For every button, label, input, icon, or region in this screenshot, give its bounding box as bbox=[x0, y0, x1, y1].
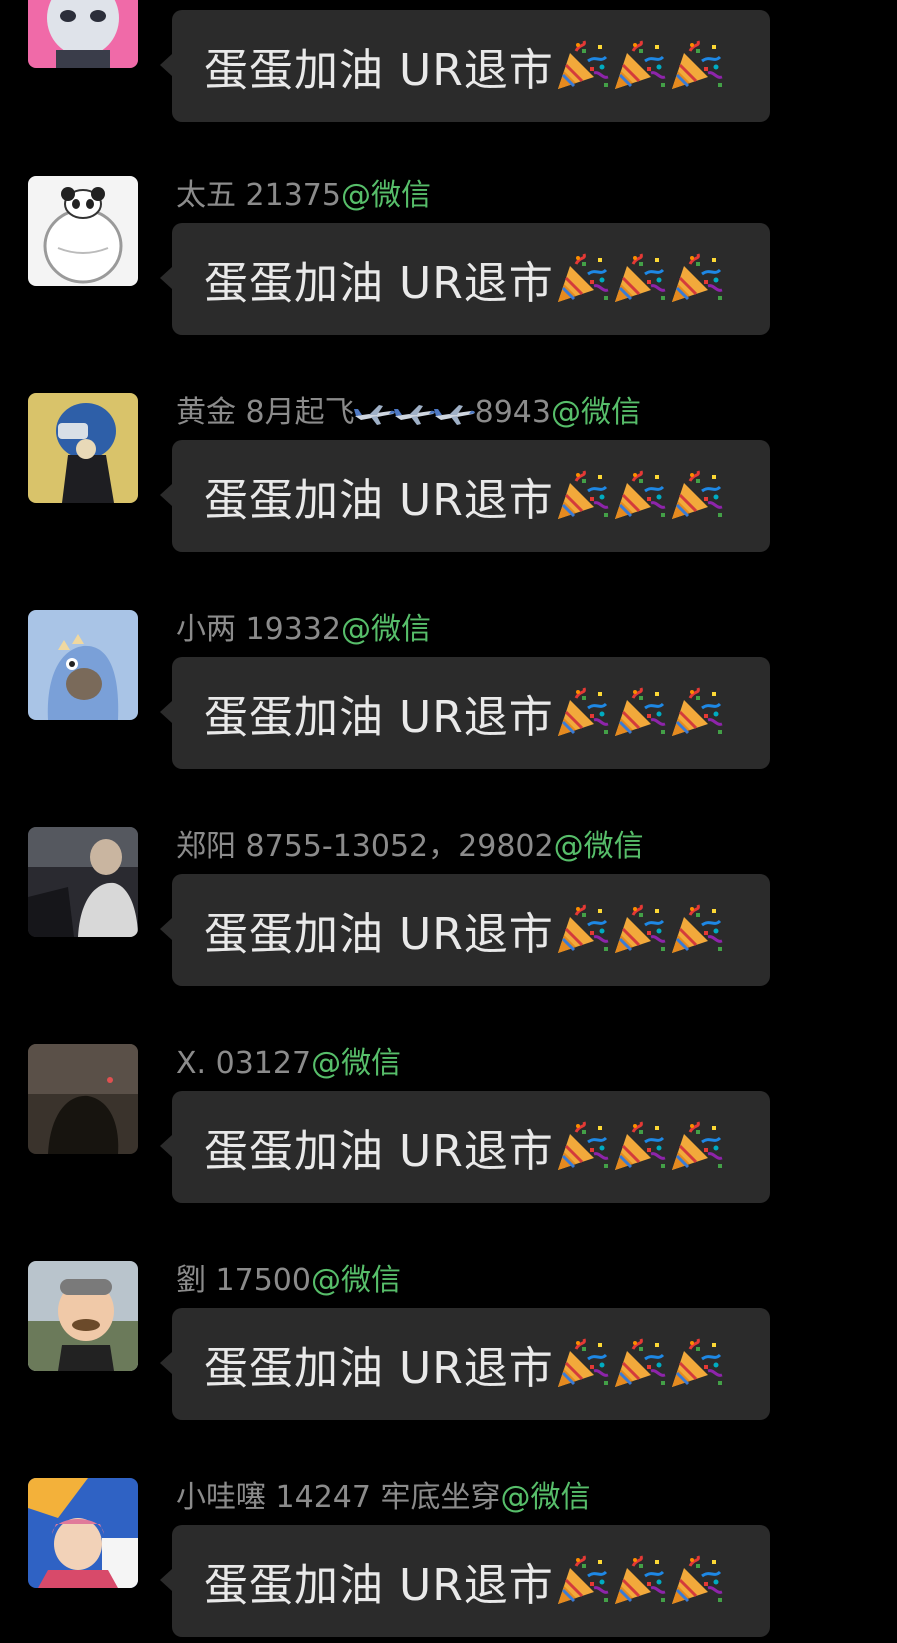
party-popper-icon bbox=[611, 903, 667, 955]
source-tag: @微信 bbox=[550, 395, 641, 430]
party-popper-icon bbox=[554, 252, 610, 304]
source-tag: @微信 bbox=[340, 178, 431, 213]
party-popper-icon bbox=[554, 1120, 610, 1172]
party-popper-icon bbox=[668, 39, 724, 91]
message-bubble[interactable]: 蛋蛋加油 UR退市 bbox=[160, 1308, 770, 1420]
party-popper-icon bbox=[668, 1120, 724, 1172]
pink-cartoon-character-avatar bbox=[28, 0, 138, 68]
sender-name: 小两 19332@微信 bbox=[176, 612, 431, 647]
avatar[interactable] bbox=[28, 1478, 138, 1588]
party-popper-icon bbox=[611, 469, 667, 521]
chat-message-list[interactable]: 蛋蛋加油 UR退市 太五 21375@微信 蛋蛋加油 UR退市 黄金 8月起飞 … bbox=[0, 0, 897, 1643]
message-bubble[interactable]: 蛋蛋加油 UR退市 bbox=[160, 440, 770, 552]
airplane-icon bbox=[393, 401, 437, 427]
source-tag: @微信 bbox=[310, 1263, 401, 1298]
avatar[interactable] bbox=[28, 176, 138, 286]
baby-photo-avatar bbox=[28, 1261, 138, 1371]
message-text: 蛋蛋加油 UR退市 bbox=[204, 681, 725, 745]
party-popper-icon bbox=[611, 686, 667, 738]
source-tag: @微信 bbox=[553, 829, 644, 864]
sender-name: 郑阳 8755-13052，29802@微信 bbox=[176, 829, 644, 864]
avatar[interactable] bbox=[28, 610, 138, 720]
party-popper-icon bbox=[668, 469, 724, 521]
message-bubble[interactable]: 蛋蛋加油 UR退市 bbox=[160, 10, 770, 122]
sender-name: 劉 17500@微信 bbox=[176, 1263, 401, 1298]
party-popper-icon bbox=[611, 1337, 667, 1389]
party-popper-icon bbox=[554, 686, 610, 738]
avatar[interactable] bbox=[28, 1044, 138, 1154]
colorful-portrait-avatar bbox=[28, 1478, 138, 1588]
cartoon-dinosaur-avatar bbox=[28, 610, 138, 720]
airplane-icon bbox=[353, 401, 397, 427]
source-tag: @微信 bbox=[500, 1480, 591, 1515]
avatar[interactable] bbox=[28, 393, 138, 503]
message-text: 蛋蛋加油 UR退市 bbox=[204, 247, 725, 311]
message-bubble[interactable]: 蛋蛋加油 UR退市 bbox=[160, 223, 770, 335]
source-tag: @微信 bbox=[311, 1046, 402, 1081]
message-bubble[interactable]: 蛋蛋加油 UR退市 bbox=[160, 657, 770, 769]
party-popper-icon bbox=[611, 1120, 667, 1172]
sender-name: 小哇噻 14247 牢底坐穿@微信 bbox=[176, 1480, 591, 1515]
party-popper-icon bbox=[668, 903, 724, 955]
message-text: 蛋蛋加油 UR退市 bbox=[204, 34, 725, 98]
party-popper-icon bbox=[611, 252, 667, 304]
panda-egg-avatar bbox=[28, 176, 138, 286]
party-popper-icon bbox=[668, 252, 724, 304]
party-popper-icon bbox=[668, 1554, 724, 1606]
message-bubble[interactable]: 蛋蛋加油 UR退市 bbox=[160, 874, 770, 986]
party-popper-icon bbox=[668, 686, 724, 738]
message-bubble[interactable]: 蛋蛋加油 UR退市 bbox=[160, 1091, 770, 1203]
helmet-character-avatar bbox=[28, 393, 138, 503]
airplane-icon bbox=[433, 401, 477, 427]
party-popper-icon bbox=[668, 1337, 724, 1389]
party-popper-icon bbox=[611, 39, 667, 91]
source-tag: @微信 bbox=[340, 612, 431, 647]
party-popper-icon bbox=[554, 469, 610, 521]
message-text: 蛋蛋加油 UR退市 bbox=[204, 1115, 725, 1179]
avatar[interactable] bbox=[28, 827, 138, 937]
sender-name: X. 03127@微信 bbox=[176, 1046, 402, 1081]
avatar[interactable] bbox=[28, 1261, 138, 1371]
message-bubble[interactable]: 蛋蛋加油 UR退市 bbox=[160, 1525, 770, 1637]
party-popper-icon bbox=[554, 903, 610, 955]
dark-photo-avatar bbox=[28, 1044, 138, 1154]
message-text: 蛋蛋加油 UR退市 bbox=[204, 898, 725, 962]
person-photo-avatar bbox=[28, 827, 138, 937]
sender-name: 黄金 8月起飞 8943@微信 bbox=[176, 395, 641, 430]
message-text: 蛋蛋加油 UR退市 bbox=[204, 464, 725, 528]
party-popper-icon bbox=[554, 1337, 610, 1389]
party-popper-icon bbox=[554, 39, 610, 91]
party-popper-icon bbox=[554, 1554, 610, 1606]
sender-name: 太五 21375@微信 bbox=[176, 178, 431, 213]
message-text: 蛋蛋加油 UR退市 bbox=[204, 1549, 725, 1613]
party-popper-icon bbox=[611, 1554, 667, 1606]
message-text: 蛋蛋加油 UR退市 bbox=[204, 1332, 725, 1396]
avatar[interactable] bbox=[28, 0, 138, 68]
